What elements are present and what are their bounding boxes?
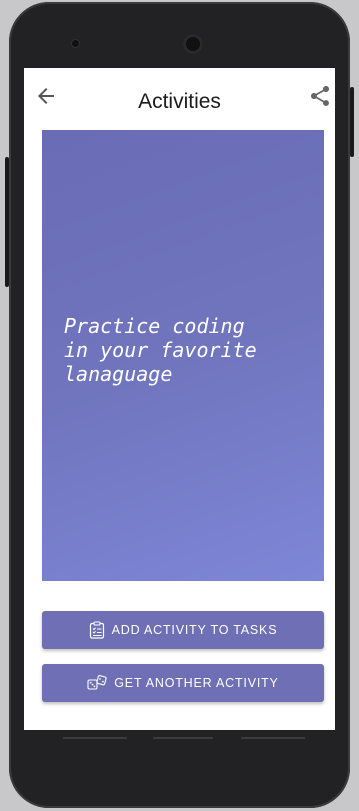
add-activity-button[interactable]: ADD ACTIVITY TO TASKS xyxy=(42,611,324,649)
back-button[interactable] xyxy=(32,82,60,110)
get-another-activity-label: GET ANOTHER ACTIVITY xyxy=(114,676,279,690)
front-camera xyxy=(72,40,79,47)
add-activity-label: ADD ACTIVITY TO TASKS xyxy=(111,623,278,637)
activity-text: Practice coding in your favorite lanagua… xyxy=(64,314,257,386)
share-button[interactable] xyxy=(306,82,334,110)
get-another-activity-button[interactable]: GET ANOTHER ACTIVITY xyxy=(42,664,324,702)
app-bar: Activities xyxy=(24,68,335,128)
share-icon xyxy=(311,86,329,106)
clipboard-list-icon xyxy=(89,621,105,639)
app-screen: Activities Practice coding in your favor… xyxy=(24,68,335,730)
activity-card: Practice coding in your favorite lanagua… xyxy=(42,130,324,581)
power-button xyxy=(350,87,354,157)
earpiece-speaker xyxy=(183,34,203,54)
bottom-bezel-line xyxy=(241,737,305,739)
bottom-bezel-line xyxy=(63,737,127,739)
page-title: Activities xyxy=(138,90,221,113)
dice-icon xyxy=(87,675,107,691)
volume-button xyxy=(5,157,9,287)
bottom-bezel-line xyxy=(153,737,213,739)
arrow-left-icon xyxy=(38,88,54,104)
